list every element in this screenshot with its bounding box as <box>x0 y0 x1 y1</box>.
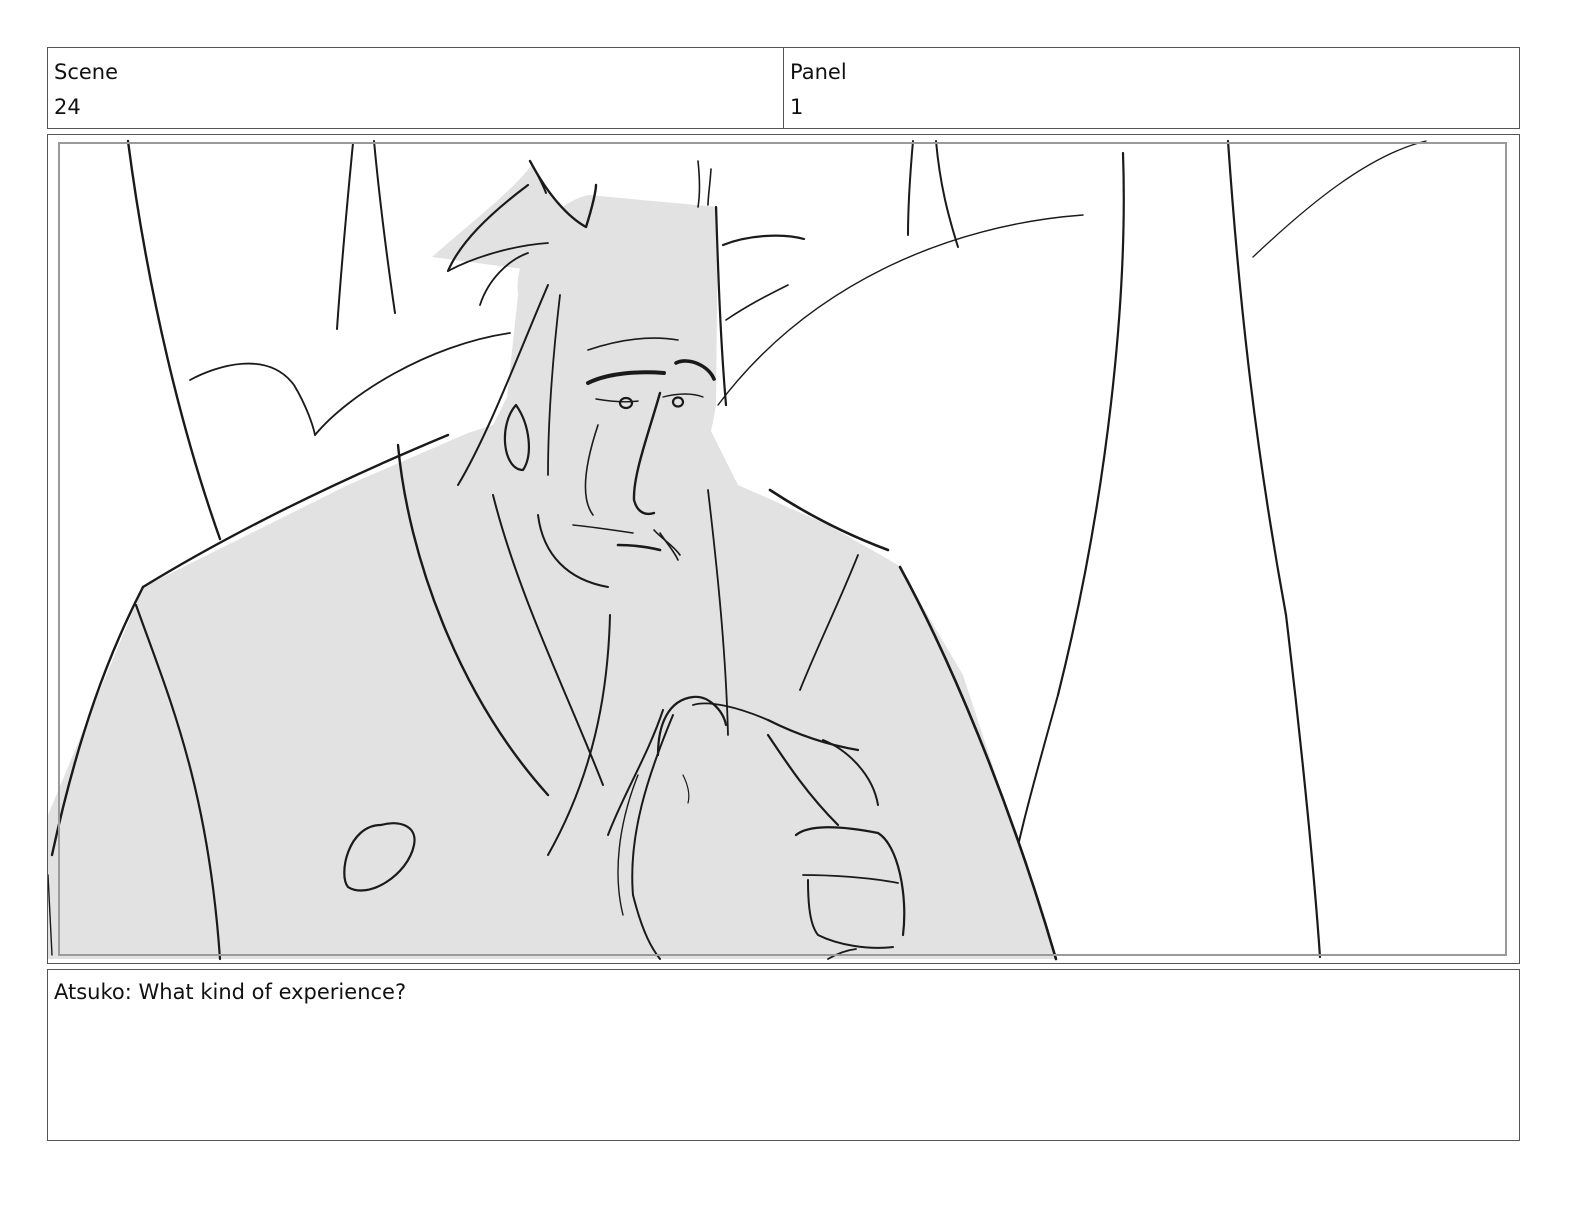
scene-label: Scene <box>54 60 119 84</box>
storyboard-frame <box>47 134 1520 964</box>
scene-panel-header: Scene 24 Panel 1 <box>47 47 1520 129</box>
dialogue-text: Atsuko: What kind of experience? <box>54 980 407 1004</box>
scene-number: 24 <box>54 95 81 119</box>
scene-cell: Scene 24 <box>48 48 783 128</box>
storyboard-sketch <box>48 139 1507 961</box>
panel-cell: Panel 1 <box>783 48 1519 128</box>
panel-label: Panel <box>790 60 847 84</box>
panel-number: 1 <box>790 95 804 119</box>
dialogue-caption: Atsuko: What kind of experience? <box>47 969 1520 1141</box>
